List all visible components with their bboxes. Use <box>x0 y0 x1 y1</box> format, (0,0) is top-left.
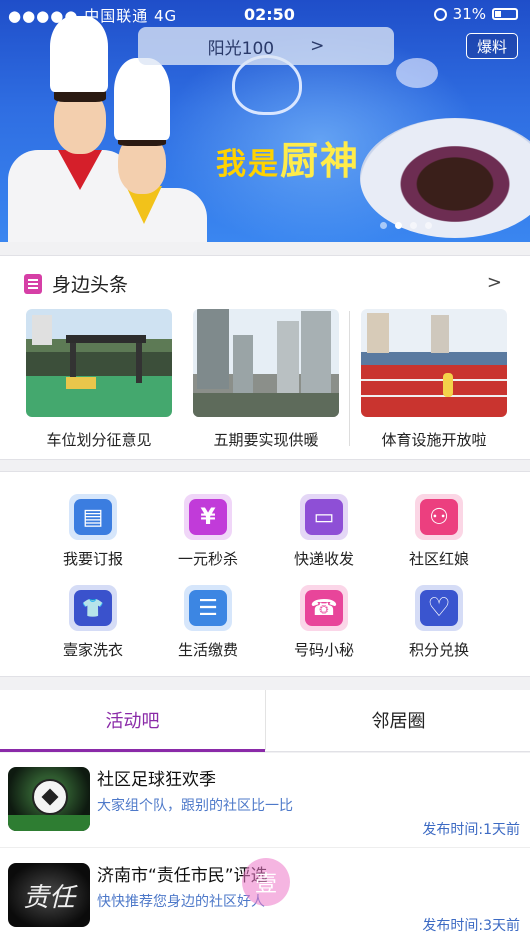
status-bar: ●●●●● 中国联通 4G 02:50 31% <box>0 0 530 28</box>
activity-description: 大家组个队，跟别的社区比一比 <box>97 798 293 814</box>
news-card[interactable]: 车位划分征意见 <box>26 309 172 450</box>
service-phone-directory[interactable]: ☎ 号码小秘 <box>274 585 374 660</box>
carrier-label: ●●●●● 中国联通 4G <box>8 7 178 25</box>
activity-title: 社区足球狂欢季 <box>97 770 216 790</box>
service-label: 快递收发 <box>293 550 354 568</box>
divider <box>349 311 350 446</box>
service-label: 积分兑换 <box>408 641 469 659</box>
service-label: 生活缴费 <box>177 641 238 659</box>
carousel-dot <box>410 222 417 229</box>
tab-active-indicator <box>0 749 265 752</box>
activity-time: 发布时间:1天前 <box>422 822 520 838</box>
carousel-dot <box>380 222 387 229</box>
newspaper-icon: ▤ <box>69 494 117 540</box>
tab-activities[interactable]: 活动吧 <box>0 690 265 750</box>
service-label: 社区红娘 <box>408 550 469 568</box>
news-caption: 体育设施开放啦 <box>381 431 487 449</box>
clock: 02:50 <box>244 5 295 24</box>
carousel-dots <box>380 222 432 229</box>
soccer-thumbnail <box>8 767 90 831</box>
battery-indicator: 31% <box>433 5 518 23</box>
rotation-lock-icon <box>433 7 447 21</box>
people-icon: ⚇ <box>415 494 463 540</box>
service-flash-sale[interactable]: ¥ 一元秒杀 <box>158 494 258 569</box>
activity-list: 社区足球狂欢季 大家组个队，跟别的社区比一比 发布时间:1天前 责任 济南市“责… <box>0 753 530 942</box>
service-subscribe-newspaper[interactable]: ▤ 我要订报 <box>43 494 143 569</box>
service-label: 我要订报 <box>62 550 123 568</box>
tab-bar: 活动吧 邻居圈 <box>0 690 530 752</box>
news-image-buildings <box>193 309 339 417</box>
news-card[interactable]: 体育设施开放啦 <box>361 309 507 450</box>
heart-icon: ♡ <box>415 585 463 631</box>
service-label: 一元秒杀 <box>177 550 238 568</box>
news-card[interactable]: 五期要实现供暖 <box>193 309 339 450</box>
phone-icon: ☎ <box>300 585 348 631</box>
services-grid: ▤ 我要订报 ¥ 一元秒杀 ▭ 快递收发 ⚇ 社区红娘 👕 壹家洗衣 ☰ 生活缴… <box>0 471 530 677</box>
service-matchmaking[interactable]: ⚇ 社区红娘 <box>389 494 489 569</box>
shirt-icon: 👕 <box>69 585 117 631</box>
package-icon: ▭ <box>300 494 348 540</box>
community-name: 阳光100 <box>207 38 275 59</box>
responsibility-thumbnail: 责任 <box>8 863 90 927</box>
activity-description: 快快推荐您身边的社区好人 <box>97 894 265 910</box>
floating-home-button[interactable]: 壹 <box>242 858 290 906</box>
chevron-right-icon: > <box>310 36 325 56</box>
news-caption: 车位划分征意见 <box>46 431 152 449</box>
news-header[interactable]: 身边头条 <box>24 270 128 297</box>
service-label: 壹家洗衣 <box>62 641 123 659</box>
carousel-dot-active <box>395 222 402 229</box>
bill-icon: ☰ <box>184 585 232 631</box>
tab-neighbors[interactable]: 邻居圈 <box>266 690 530 750</box>
carousel-dot <box>425 222 432 229</box>
service-points-exchange[interactable]: ♡ 积分兑换 <box>389 585 489 660</box>
service-express-delivery[interactable]: ▭ 快递收发 <box>274 494 374 569</box>
report-button[interactable]: 爆料 <box>466 33 518 59</box>
news-icon <box>24 273 42 294</box>
battery-percent: 31% <box>452 5 486 23</box>
news-image-sports <box>361 309 507 417</box>
news-image-parking <box>26 309 172 417</box>
bowl-illustration <box>396 58 438 88</box>
community-selector[interactable]: 阳光100 > <box>138 27 394 65</box>
news-more-chevron-icon[interactable]: > <box>487 272 502 293</box>
service-bill-payment[interactable]: ☰ 生活缴费 <box>158 585 258 660</box>
banner-title: 我是厨神 <box>216 138 361 183</box>
service-label: 号码小秘 <box>293 641 354 659</box>
divider <box>0 847 530 848</box>
battery-icon <box>492 8 518 20</box>
news-title: 身边头条 <box>52 274 129 296</box>
thumbnail-text: 责任 <box>22 882 75 913</box>
hero-banner[interactable]: 我是厨神 ●●●●● 中国联通 4G 02:50 31% 阳光100 > 爆料 <box>0 0 530 242</box>
news-caption: 五期要实现供暖 <box>213 431 319 449</box>
service-laundry[interactable]: 👕 壹家洗衣 <box>43 585 143 660</box>
list-item[interactable]: 社区足球狂欢季 大家组个队，跟别的社区比一比 发布时间:1天前 <box>0 753 530 848</box>
activity-time: 发布时间:3天前 <box>422 918 520 934</box>
local-news-section: 身边头条 > 车位划分征意见 五期要实现供暖 体育设施开放啦 <box>0 255 530 460</box>
yuan-icon: ¥ <box>184 494 232 540</box>
